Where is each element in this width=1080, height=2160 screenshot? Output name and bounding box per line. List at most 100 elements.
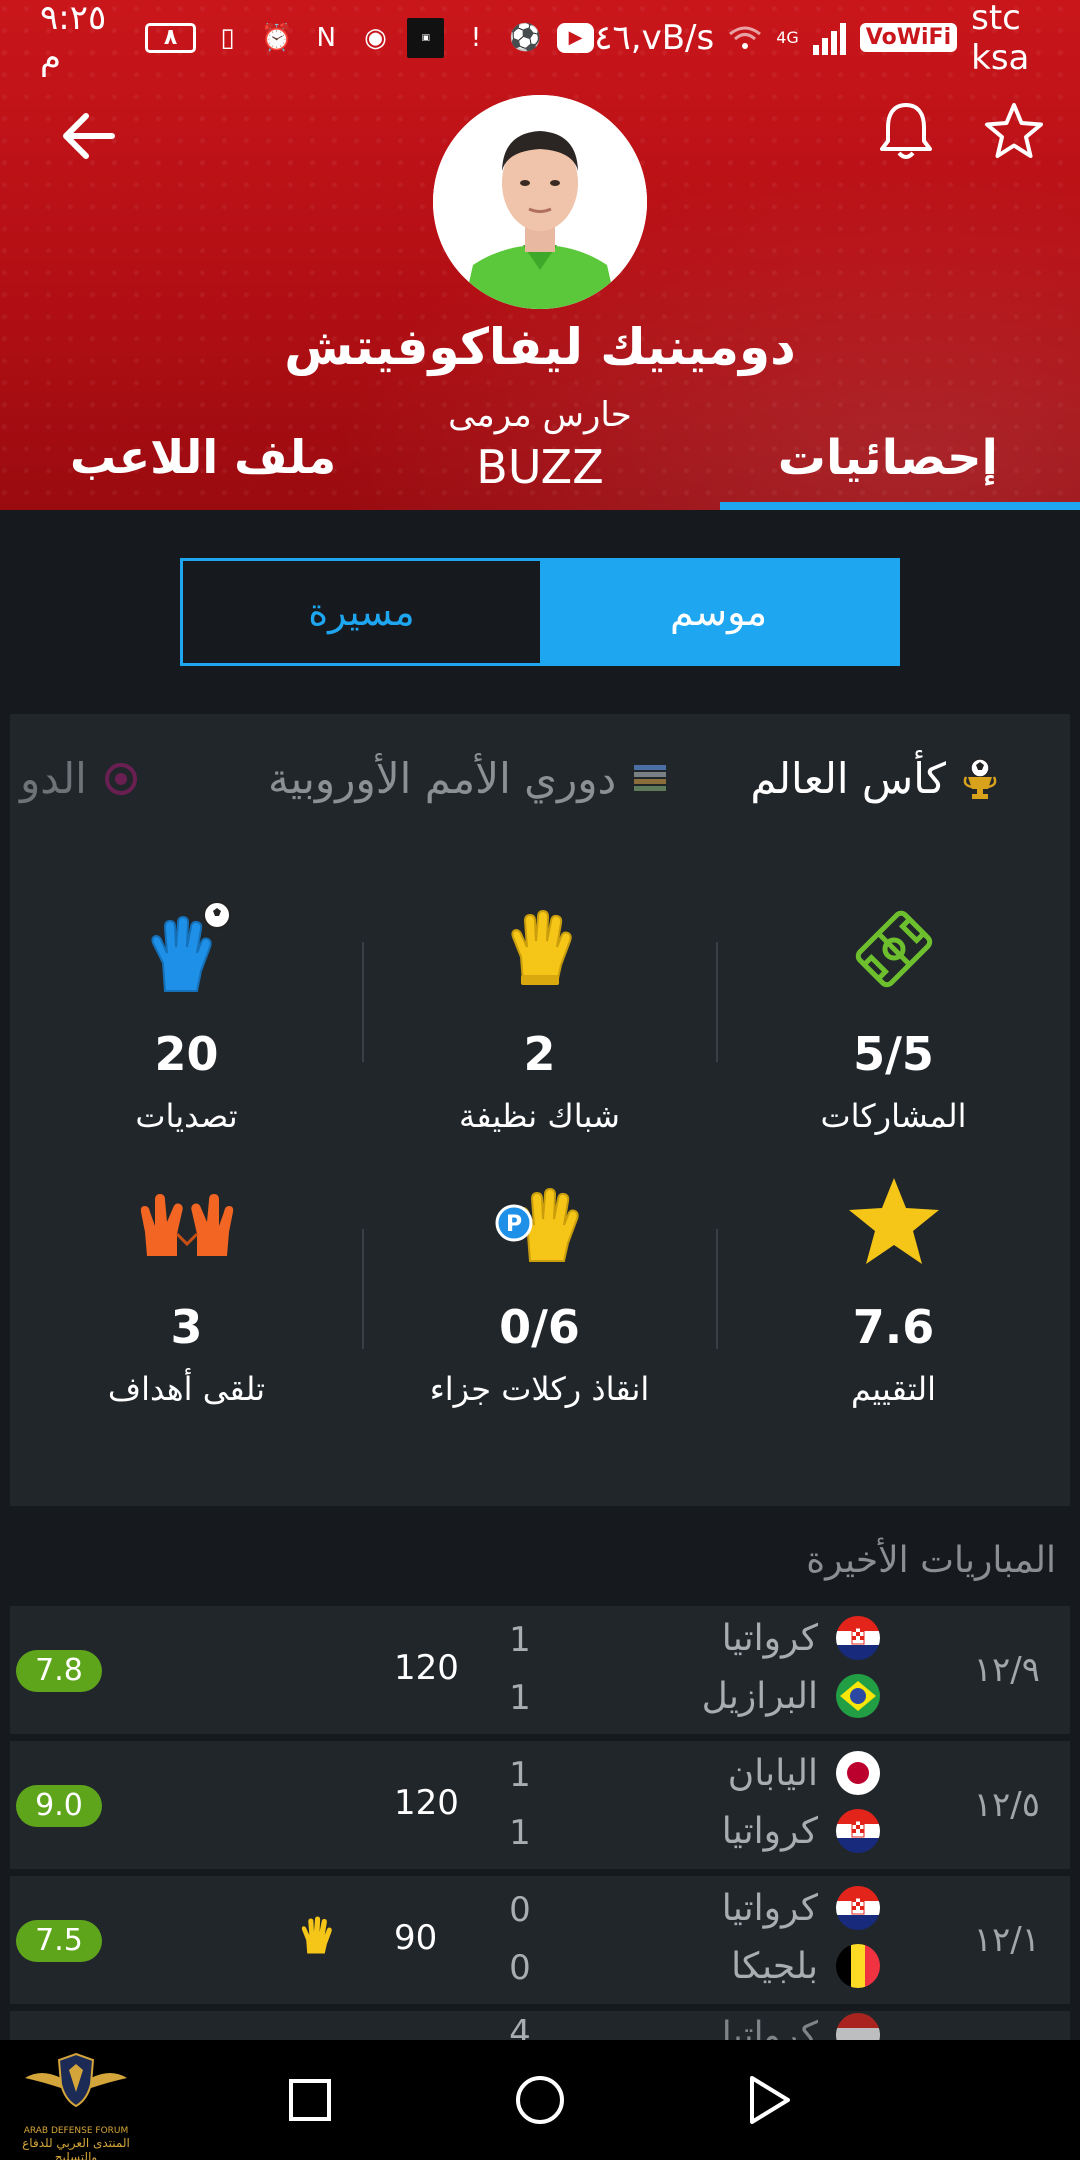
status-bar: ٩:٢٥ م ٨ ▯ ⏰ N ◉ ▣ ! ⚽ ▶ ٤٦,vB/s 4G VoWi… — [0, 0, 1080, 78]
divider — [716, 1229, 718, 1349]
player-tabs: ملف اللاعب BUZZ إحصائيات — [0, 420, 1080, 510]
competition-selector: كأس العالم دوري الأمم الأوروبية الدو — [10, 744, 1070, 824]
status-time: ٩:٢٥ م — [40, 0, 107, 78]
alert-icon: ! — [470, 22, 482, 53]
competition-league[interactable]: الدو — [20, 754, 141, 803]
competition-world-cup-label: كأس العالم — [750, 754, 946, 803]
watermark-logo: ARAB DEFENSE FORUM المنتدى العربي للدفاع… — [6, 2048, 146, 2160]
favorite-button[interactable] — [978, 95, 1050, 167]
home-team-name: كرواتيا — [721, 1887, 818, 1929]
home-score: 0 — [509, 1890, 531, 1930]
pitch-icon — [855, 910, 932, 988]
match-row[interactable]: ١٢/٩ كرواتيا البرازيل 1 1 120 7.8 — [10, 1606, 1070, 1734]
away-team: بلجيكا — [731, 1944, 880, 1988]
battery-icon: ٨ — [145, 22, 196, 53]
nfc-icon: N — [316, 22, 336, 53]
eye-icon: ◉ — [364, 22, 387, 53]
match-date: ١٢/١ — [973, 1920, 1040, 1960]
clean-sheet-glove-icon — [298, 1914, 334, 1962]
notifications-button[interactable] — [870, 95, 942, 167]
competition-league-label: الدو — [20, 754, 87, 803]
carrier-name: stc ksa — [971, 0, 1030, 78]
player-name: دومينيك ليفاكوفيتش — [284, 318, 796, 376]
minutes-played: 90 — [394, 1918, 438, 1958]
home-team: اليابان — [728, 1751, 880, 1795]
stat-appearances: 5/5 المشاركات — [717, 889, 1070, 1135]
stat-saves: 20 تصديات — [10, 889, 363, 1135]
stat-label: تلقى أهداف — [107, 1370, 266, 1408]
match-date: ١٢/٥ — [973, 1785, 1040, 1825]
competition-nations-league-label: دوري الأمم الأوروبية — [268, 754, 617, 803]
season-segment-button[interactable]: موسم — [540, 561, 897, 663]
croatia-flag-icon — [836, 1809, 880, 1853]
ball-notification-icon: ⚽ — [509, 22, 542, 53]
bell-icon — [880, 103, 932, 159]
away-team-name: بلجيكا — [731, 1945, 818, 1987]
rating-badge: 7.5 — [16, 1920, 102, 1962]
home-team: كرواتيا — [722, 2013, 880, 2040]
stat-value: 3 — [170, 1300, 203, 1354]
match-row[interactable]: ١٢/٥ اليابان كرواتيا 1 1 120 9.0 — [10, 1741, 1070, 1869]
home-team-name: كرواتيا — [721, 1617, 818, 1659]
player-photo — [433, 95, 647, 309]
match-date: ١٢/٩ — [973, 1650, 1040, 1690]
signal-icon — [812, 21, 846, 55]
vibrate-icon: ▯ — [220, 22, 235, 53]
stat-clean-sheets: 2 شباك نظيفة — [363, 889, 716, 1135]
square-icon — [289, 2079, 331, 2121]
away-score: 1 — [509, 1813, 531, 1853]
home-button[interactable] — [510, 2070, 570, 2130]
watermark-text-ar: المنتدى العربي للدفاع والتسليح — [22, 2136, 130, 2160]
star-outline-icon — [985, 103, 1043, 158]
home-score: 1 — [509, 1620, 531, 1660]
back-button[interactable] — [52, 100, 124, 172]
stat-value: 20 — [154, 1027, 219, 1081]
home-score: 1 — [509, 1755, 531, 1795]
away-team: البرازيل — [702, 1674, 880, 1718]
away-score: 0 — [509, 1948, 531, 1988]
away-team: كرواتيا — [722, 1809, 880, 1853]
career-segment-button[interactable]: مسيرة — [183, 561, 540, 663]
svg-text:P: P — [505, 1212, 521, 1237]
stat-value: 5/5 — [853, 1027, 934, 1081]
recent-matches-title: المباريات الأخيرة — [806, 1540, 1056, 1581]
system-nav-bar — [0, 2040, 1080, 2160]
tab-buzz[interactable]: BUZZ — [476, 440, 603, 494]
league-icon — [101, 759, 141, 799]
home-team-name: اليابان — [727, 1752, 818, 1794]
belgium-flag-icon — [836, 1944, 880, 1988]
tab-statistics[interactable]: إحصائيات — [778, 430, 998, 486]
japan-flag-icon — [836, 1751, 880, 1795]
stat-label: المشاركات — [820, 1097, 967, 1135]
watermark-text-en: ARAB DEFENSE FORUM — [23, 2126, 129, 2136]
stat-goals-conceded: 3 تلقى أهداف — [10, 1162, 363, 1408]
minutes-played: 120 — [394, 1648, 459, 1688]
penalty-glove-icon: P — [495, 1187, 579, 1262]
glove-ball-icon — [150, 901, 231, 992]
active-tab-indicator — [720, 502, 1080, 510]
alarm-icon: ⏰ — [260, 22, 294, 53]
stat-rating: 7.6 التقييم — [717, 1162, 1070, 1408]
match-row[interactable]: ١٢/١ كرواتيا بلجيكا 0 0 90 7.5 — [10, 1876, 1070, 2004]
home-team: كرواتيا — [722, 1886, 880, 1930]
circle-icon — [516, 2076, 564, 2124]
competition-nations-league[interactable]: دوري الأمم الأوروبية — [268, 754, 670, 803]
youtube-icon: ▶ — [557, 22, 595, 53]
star-icon — [848, 1178, 939, 1264]
status-left: ٩:٢٥ م ٨ ▯ ⏰ N ◉ ▣ ! ⚽ ▶ — [40, 0, 595, 78]
player-avatar — [433, 95, 647, 309]
nations-league-icon — [630, 759, 670, 799]
recents-button[interactable] — [280, 2070, 340, 2130]
stat-label: انقاذ ركلات جزاء — [429, 1370, 650, 1408]
away-team-name: كرواتيا — [721, 1810, 818, 1852]
competition-world-cup[interactable]: كأس العالم — [750, 754, 1000, 803]
stat-value: 7.6 — [852, 1300, 935, 1354]
stat-label: شباك نظيفة — [459, 1097, 620, 1135]
home-team: كرواتيا — [722, 1616, 880, 1660]
network-type: 4G — [776, 28, 799, 47]
back-nav-button[interactable] — [740, 2070, 800, 2130]
season-career-toggle: مسيرة موسم — [180, 558, 900, 666]
eagle-shield-icon — [25, 2052, 127, 2108]
away-team-name: البرازيل — [701, 1675, 818, 1717]
match-row-partial[interactable]: كرواتيا 4 — [10, 2011, 1070, 2040]
